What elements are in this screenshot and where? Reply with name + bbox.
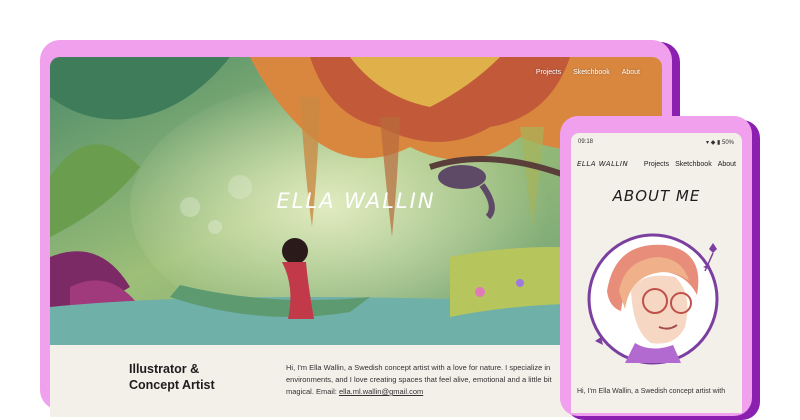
portrait-avatar — [585, 231, 733, 371]
status-bar: 09:18 ▾ ◆ ▮ 50% — [571, 133, 742, 151]
bio-text: Hi, I'm Ella Wallin, a Swedish concept a… — [286, 362, 558, 398]
signal-icon: ▾ ◆ ▮ — [706, 140, 722, 146]
status-battery: ▾ ◆ ▮ 50% — [706, 139, 734, 146]
battery-level: 50% — [721, 140, 734, 146]
desktop-nav: Projects Sketchbook About — [536, 69, 640, 76]
role-line-2: Concept Artist — [129, 378, 215, 392]
status-time: 09:18 — [578, 139, 594, 145]
phone-nav-sketchbook[interactable]: Sketchbook — [675, 161, 712, 168]
role-line-1: Illustrator & — [129, 362, 200, 376]
portrait-illustration — [587, 233, 719, 365]
nav-projects[interactable]: Projects — [536, 69, 561, 76]
email-link[interactable]: ella.ml.wallin@gmail.com — [339, 387, 423, 396]
about-title: ABOUT ME — [612, 187, 701, 205]
phone-logo[interactable]: ELLA WALLIN — [577, 160, 628, 168]
phone-nav-about[interactable]: About — [718, 161, 736, 168]
phone-screen: 09:18 ▾ ◆ ▮ 50% ELLA WALLIN Projects Ske… — [571, 133, 742, 413]
hero-title: ELLA WALLIN — [276, 189, 436, 213]
role-heading: Illustrator & Concept Artist — [129, 361, 249, 393]
phone-nav: ELLA WALLIN Projects Sketchbook About — [571, 159, 742, 173]
phone-bio-text: Hi, I'm Ella Wallin, a Swedish concept a… — [577, 388, 726, 395]
nav-about[interactable]: About — [622, 69, 640, 76]
phone-nav-links: Projects Sketchbook About — [644, 161, 736, 168]
nav-sketchbook[interactable]: Sketchbook — [573, 69, 610, 76]
phone-nav-projects[interactable]: Projects — [644, 161, 669, 168]
